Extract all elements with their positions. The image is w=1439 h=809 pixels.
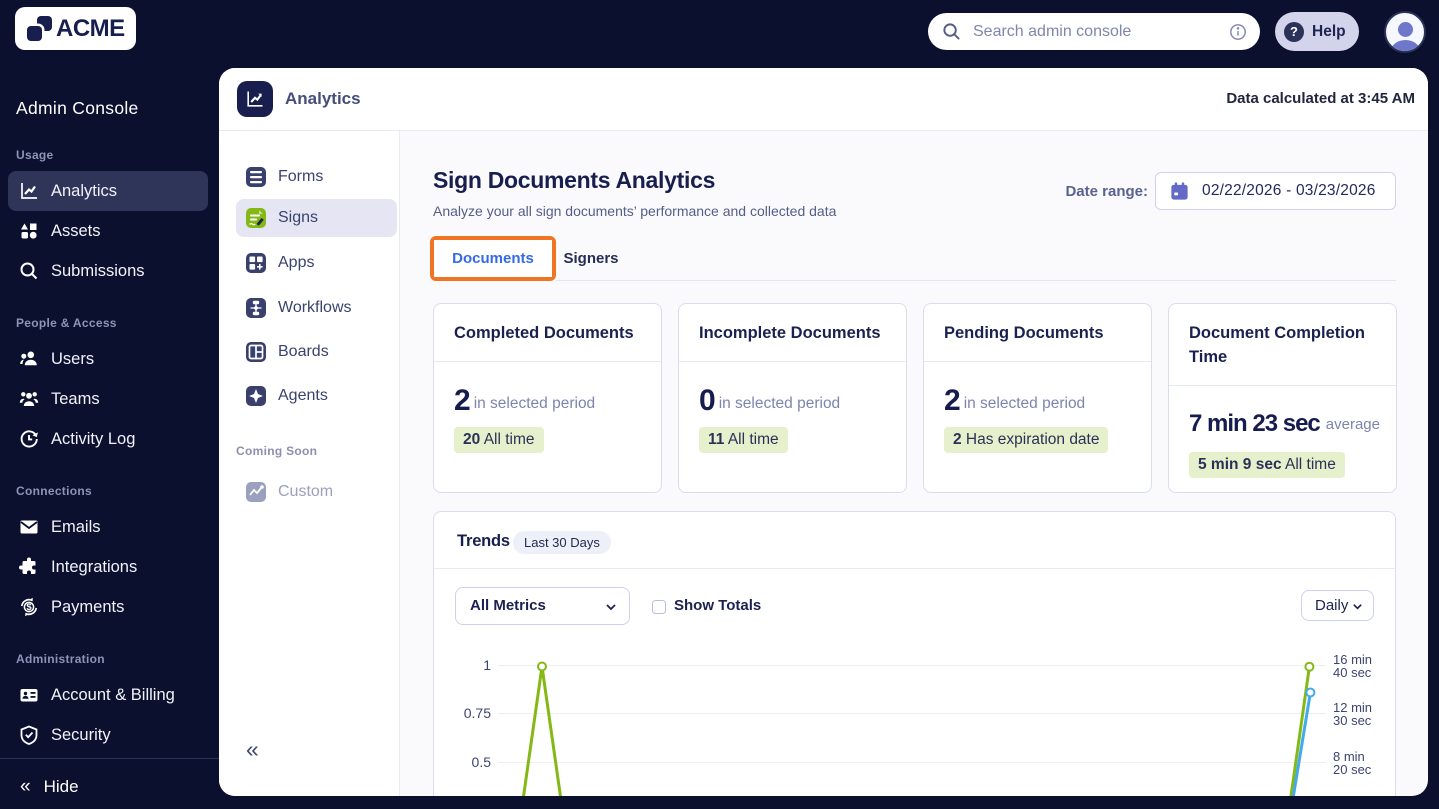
svg-text:$: $ (26, 602, 32, 613)
